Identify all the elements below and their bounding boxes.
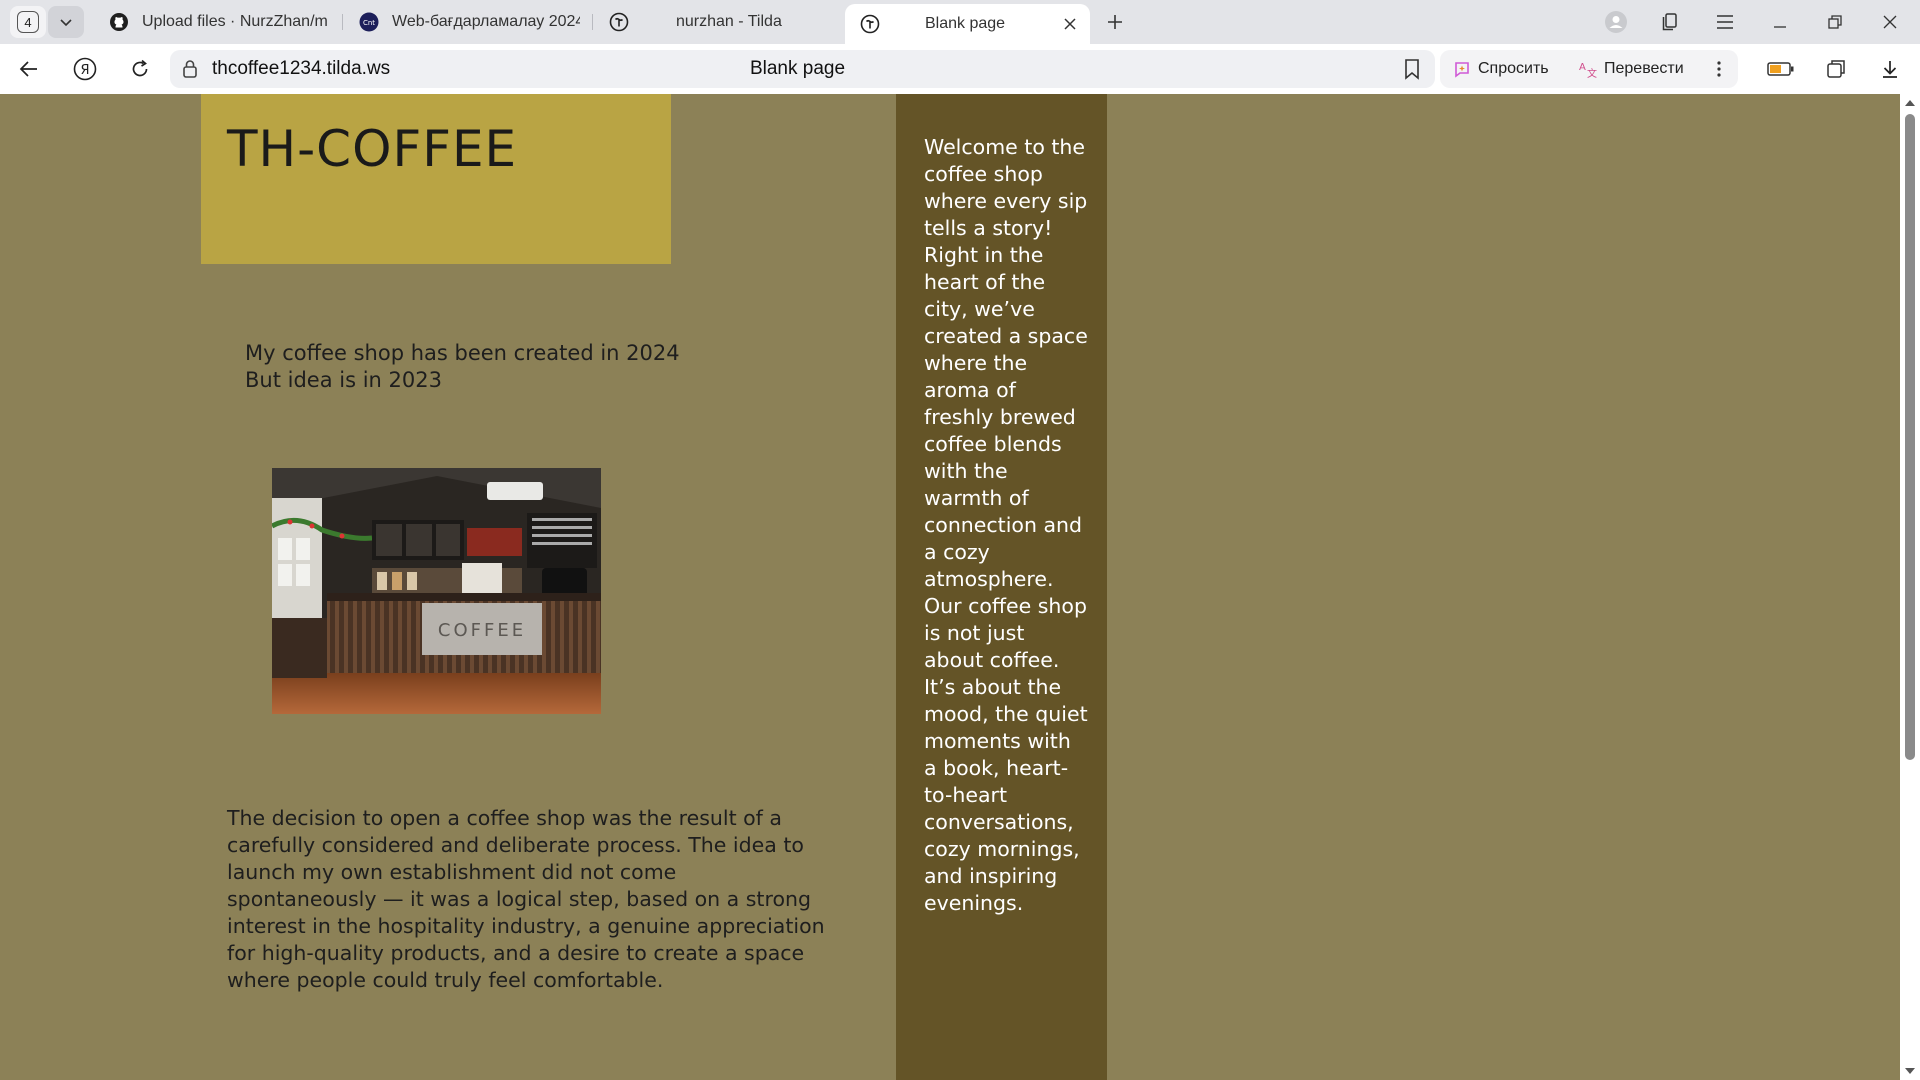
restore-button[interactable]	[1820, 8, 1850, 36]
svg-text:文: 文	[1587, 67, 1597, 79]
tab-github[interactable]: Upload files · NurzZhan/m	[108, 6, 333, 38]
svg-text:A: A	[1579, 62, 1586, 73]
new-tab-button[interactable]	[1101, 8, 1129, 36]
site-logo[interactable]: TH-COFFEE	[227, 120, 517, 178]
svg-text:Я: Я	[80, 63, 89, 78]
yandex-button[interactable]: Я	[69, 53, 101, 85]
tab-label: Web-бағдарламалау 2024	[392, 13, 580, 30]
back-button[interactable]	[13, 53, 45, 85]
tilda-icon	[608, 11, 630, 33]
translate-icon: A文	[1578, 59, 1598, 79]
tab-label: Upload files · NurzZhan/m	[142, 13, 328, 30]
battery-icon	[1767, 62, 1794, 76]
yandex-icon: Я	[73, 57, 97, 81]
close-window-button[interactable]	[1875, 8, 1905, 36]
tab-count: 4	[17, 11, 39, 33]
ask-label: Спросить	[1478, 60, 1549, 77]
scroll-up-arrow-icon[interactable]	[1904, 98, 1916, 108]
reload-button[interactable]	[124, 53, 156, 85]
tab-course[interactable]: Cnt Web-бағдарламалау 2024	[358, 6, 580, 38]
scroll-down-arrow-icon[interactable]	[1904, 1066, 1916, 1076]
extensions-icon	[1827, 60, 1845, 78]
downloads-button[interactable]	[1874, 53, 1906, 85]
tab-list-button[interactable]	[48, 6, 84, 38]
logo-block: TH-COFFEE	[201, 94, 671, 264]
tilda-icon	[859, 13, 881, 35]
scroll-thumb[interactable]	[1905, 114, 1915, 760]
svg-text:Cnt: Cnt	[363, 19, 375, 27]
tab-blank-page[interactable]: Blank page	[845, 4, 1090, 44]
tab-count-button[interactable]: 4	[10, 6, 46, 38]
profile-button[interactable]	[1601, 8, 1631, 36]
close-tab-button[interactable]	[1060, 14, 1080, 34]
story-text: The decision to open a coffee shop was t…	[227, 806, 825, 992]
close-icon	[1064, 18, 1076, 30]
reload-icon	[132, 59, 148, 77]
navigation-bar: Я thcoffee1234.tilda.ws Blank page Спрос…	[0, 44, 1920, 94]
extensions-button[interactable]	[1820, 53, 1852, 85]
close-icon	[1883, 15, 1897, 29]
sparkle-chat-icon	[1452, 59, 1472, 79]
page-scrollbar[interactable]	[1900, 94, 1920, 1080]
url-text[interactable]: thcoffee1234.tilda.ws	[212, 58, 390, 80]
chevron-down-icon	[60, 19, 72, 27]
battery-saver-button[interactable]	[1765, 53, 1797, 85]
tab-label: Blank page	[925, 15, 1006, 32]
bookmark-icon[interactable]	[1403, 58, 1421, 80]
restore-icon	[1828, 15, 1842, 29]
lock-icon	[183, 60, 197, 78]
web-page: TH-COFFEE My coffee shop has been create…	[0, 94, 1900, 1080]
translate-button[interactable]: A文 Перевести	[1578, 50, 1684, 88]
profile-icon	[1605, 11, 1627, 33]
address-bar[interactable]: thcoffee1234.tilda.ws Blank page	[170, 50, 1435, 88]
hamburger-icon	[1717, 15, 1733, 29]
menu-button[interactable]	[1710, 8, 1740, 36]
plus-icon	[1108, 15, 1122, 29]
photo-sign-text: COFFEE	[438, 620, 526, 641]
welcome-text: Welcome to the coffee shop where every s…	[924, 135, 1088, 915]
tab-tilda[interactable]: nurzhan - Tilda	[608, 6, 838, 38]
github-icon	[108, 11, 130, 33]
translate-label: Перевести	[1604, 60, 1684, 77]
coffee-shop-photo: COFFEE	[272, 468, 601, 714]
tab-label: nurzhan - Tilda	[676, 13, 782, 30]
more-button[interactable]	[1703, 53, 1735, 85]
minimize-icon	[1774, 26, 1786, 28]
collections-button[interactable]	[1655, 8, 1685, 36]
more-vertical-icon	[1717, 61, 1721, 77]
course-logo-icon: Cnt	[358, 11, 380, 33]
minimize-button[interactable]	[1765, 8, 1795, 36]
intro-line: My coffee shop has been created in 2024	[245, 341, 680, 365]
welcome-column: Welcome to the coffee shop where every s…	[896, 94, 1107, 1080]
download-icon	[1883, 61, 1897, 78]
collections-icon	[1662, 13, 1677, 31]
intro-line: But idea is in 2023	[245, 368, 442, 392]
tab-strip: 4 Upload files · NurzZhan/m Cnt Web-бағд…	[0, 0, 1920, 44]
arrow-left-icon	[19, 61, 37, 77]
intro-text: My coffee shop has been created in 2024 …	[245, 340, 680, 394]
ask-button[interactable]: Спросить	[1452, 50, 1549, 88]
